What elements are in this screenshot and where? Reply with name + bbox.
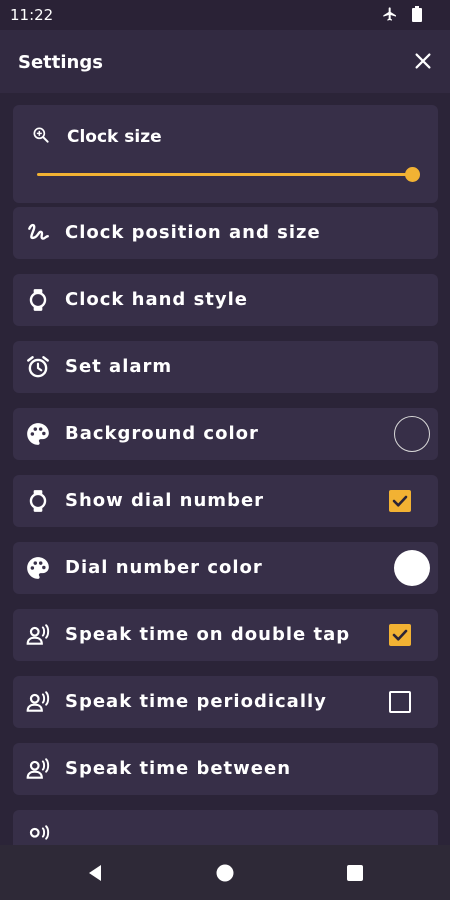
row-label: Set alarm <box>65 356 173 377</box>
status-icons <box>382 6 422 22</box>
zoom-in-icon <box>33 127 49 143</box>
dial-number-color-swatch[interactable] <box>394 550 430 586</box>
clock-size-slider-track[interactable] <box>37 173 412 176</box>
airplane-icon <box>383 7 396 21</box>
row-label: Clock position and size <box>65 222 321 243</box>
alarm-icon <box>27 356 49 378</box>
show-dial-number-checkbox[interactable] <box>389 490 411 512</box>
settings-list[interactable]: Clock size Clock position and size Clock… <box>0 93 450 845</box>
background-color-swatch[interactable] <box>394 416 430 452</box>
voice-icon <box>26 691 50 712</box>
voice-icon <box>26 758 50 779</box>
app-header: Settings <box>0 30 450 93</box>
watch-icon <box>29 490 47 512</box>
navigation-bar <box>0 845 450 900</box>
voice-icon <box>26 624 50 645</box>
row-label: Speak time periodically <box>65 691 327 712</box>
row-speak-double-tap[interactable]: Speak time on double tap <box>13 609 438 661</box>
recents-icon[interactable] <box>346 864 364 882</box>
check-icon <box>392 629 408 641</box>
speak-periodically-checkbox[interactable] <box>389 691 411 713</box>
status-bar: 11:22 <box>0 0 450 30</box>
gesture-icon <box>28 223 49 240</box>
row-speak-between[interactable]: Speak time between <box>13 743 438 795</box>
row-label: Speak time between <box>65 758 292 779</box>
watch-icon <box>29 289 47 311</box>
row-label: Dial number color <box>65 557 263 578</box>
row-partial[interactable] <box>13 810 438 845</box>
clock-size-card: Clock size <box>13 105 438 203</box>
row-show-dial-number[interactable]: Show dial number <box>13 475 438 527</box>
battery-icon <box>412 6 422 22</box>
status-time: 11:22 <box>10 6 54 24</box>
row-label: Show dial number <box>65 490 265 511</box>
back-icon[interactable] <box>86 864 104 882</box>
row-label: Clock hand style <box>65 289 249 310</box>
palette-icon <box>27 423 49 445</box>
palette-icon <box>27 557 49 579</box>
row-clock-hand-style[interactable]: Clock hand style <box>13 274 438 326</box>
row-label: Speak time on double tap <box>65 624 351 645</box>
voice-icon <box>29 825 50 840</box>
home-icon[interactable] <box>216 864 234 882</box>
close-icon[interactable] <box>412 50 434 72</box>
row-speak-periodically[interactable]: Speak time periodically <box>13 676 438 728</box>
check-icon <box>392 495 408 507</box>
page-title: Settings <box>18 52 103 73</box>
row-background-color[interactable]: Background color <box>13 408 438 460</box>
clock-size-label: Clock size <box>67 127 162 147</box>
row-set-alarm[interactable]: Set alarm <box>13 341 438 393</box>
speak-double-tap-checkbox[interactable] <box>389 624 411 646</box>
row-clock-position[interactable]: Clock position and size <box>13 207 438 259</box>
row-dial-number-color[interactable]: Dial number color <box>13 542 438 594</box>
row-label: Background color <box>65 423 259 444</box>
clock-size-slider-thumb[interactable] <box>405 167 420 182</box>
